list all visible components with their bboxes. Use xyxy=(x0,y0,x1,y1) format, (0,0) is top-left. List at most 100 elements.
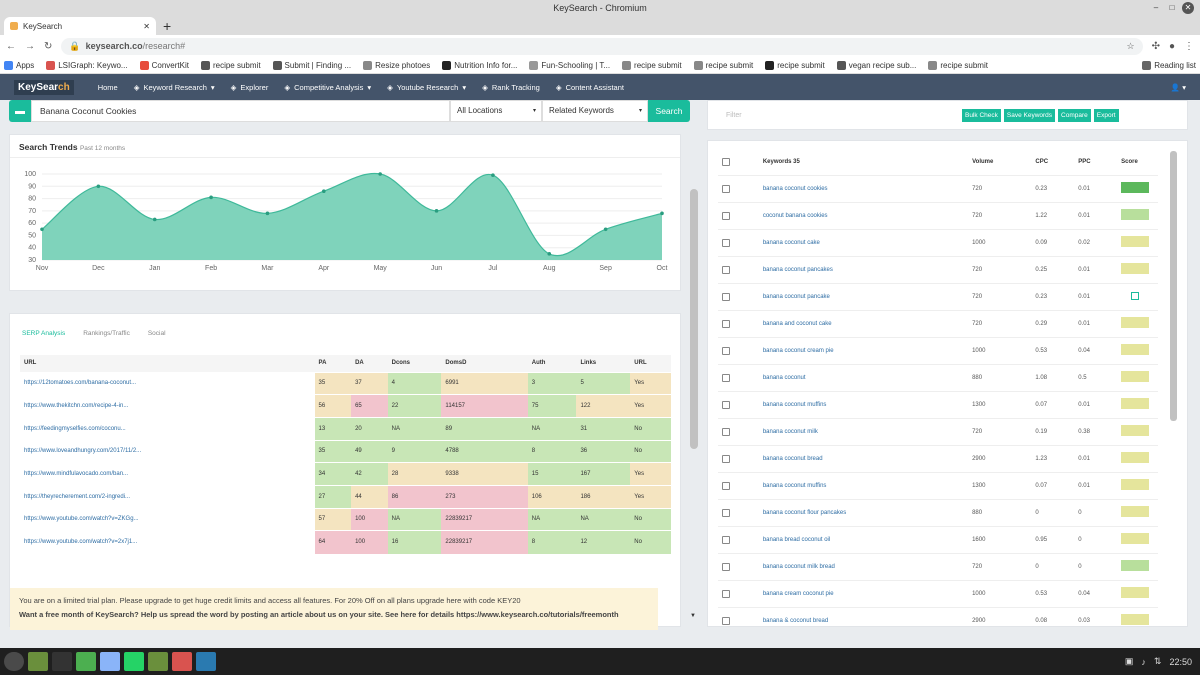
serp-col-header[interactable]: DomsD xyxy=(441,355,528,372)
whatsapp-icon[interactable] xyxy=(124,652,144,671)
serp-tab[interactable]: Rankings/Traffic xyxy=(83,330,130,337)
row-checkbox-cell[interactable] xyxy=(718,417,759,445)
bookmark-item[interactable]: Submit | Finding ... xyxy=(272,60,351,70)
row-checkbox-cell[interactable] xyxy=(718,525,759,553)
nav-item-content-assistant[interactable]: ◈ Content Assistant xyxy=(556,83,624,92)
keepass-icon[interactable] xyxy=(76,652,96,671)
row-checkbox-cell[interactable] xyxy=(718,498,759,526)
trend-point[interactable] xyxy=(434,209,439,213)
trend-point[interactable] xyxy=(96,184,101,189)
row-checkbox-cell[interactable] xyxy=(718,282,759,310)
tray-icon[interactable]: ▣ xyxy=(1125,656,1134,667)
keyword-link[interactable]: banana coconut cookies xyxy=(758,174,969,202)
bookmark-item[interactable]: recipe submit xyxy=(200,60,261,70)
bulk-check-button[interactable]: Bulk Check xyxy=(962,109,1001,122)
keyword-link[interactable]: banana cream coconut pie xyxy=(758,579,969,607)
keyword-link[interactable]: banana coconut milk bread xyxy=(758,552,969,580)
serp-col-header[interactable]: DA xyxy=(351,355,388,372)
row-checkbox-cell[interactable] xyxy=(718,471,759,499)
nav-item-home[interactable]: Home xyxy=(94,83,118,92)
keysearch-logo[interactable]: KeySearch xyxy=(14,79,74,95)
tab-close-icon[interactable]: ✕ xyxy=(143,22,150,31)
serp-col-header[interactable]: URL xyxy=(630,355,671,372)
serp-url-link[interactable]: https://12tomatoes.com/banana-coconut... xyxy=(20,371,315,395)
clock[interactable]: 22:50 xyxy=(1169,657,1192,667)
terminal-icon[interactable] xyxy=(52,652,72,671)
checkbox-icon[interactable] xyxy=(722,454,730,463)
keyword-link[interactable]: banana coconut muffins xyxy=(758,390,969,418)
serp-url-link[interactable]: https://www.loveandhungry.com/2017/11/2.… xyxy=(20,439,315,463)
checkbox-icon[interactable] xyxy=(722,562,730,571)
serp-url-link[interactable]: https://www.youtube.com/watch?v=ZKGg... xyxy=(20,507,315,531)
keyword-link[interactable]: banana and coconut cake xyxy=(758,309,969,337)
trend-point[interactable] xyxy=(547,252,552,256)
forward-icon[interactable]: → xyxy=(25,41,35,52)
bookmark-item[interactable]: ConvertKit xyxy=(139,60,189,70)
keyword-link[interactable]: banana coconut milk xyxy=(758,417,969,445)
mode-select[interactable]: Related Keywords xyxy=(542,100,648,122)
maximize-icon[interactable]: □ xyxy=(1166,2,1178,14)
trend-point[interactable] xyxy=(660,211,664,216)
reload-icon[interactable]: ↻ xyxy=(44,41,52,52)
row-checkbox-cell[interactable] xyxy=(718,255,759,283)
keywords-col-header[interactable]: CPC xyxy=(1031,149,1074,175)
keyword-link[interactable]: banana coconut bread xyxy=(758,444,969,472)
left-scrollbar[interactable]: ▼ xyxy=(690,179,698,619)
checkbox-icon[interactable] xyxy=(722,535,730,544)
keywords-col-header[interactable]: PPC xyxy=(1074,149,1117,175)
checkbox-icon[interactable] xyxy=(722,616,730,625)
checkbox-icon[interactable] xyxy=(722,481,730,490)
keyword-input[interactable]: Banana Coconut Cookies xyxy=(31,100,450,122)
keywords-col-header[interactable]: Volume xyxy=(968,149,1031,175)
trend-point[interactable] xyxy=(40,227,44,232)
trend-point[interactable] xyxy=(603,227,608,232)
nav-item-competitive-analysis[interactable]: ◈ Competitive Analysis ▾ xyxy=(284,83,371,92)
checkbox-icon[interactable] xyxy=(722,346,730,355)
keyword-link[interactable]: coconut banana cookies xyxy=(758,201,969,229)
nav-item-keyword-research[interactable]: ◈ Keyword Research ▾ xyxy=(134,83,215,92)
mail-icon[interactable] xyxy=(172,652,192,671)
trend-point[interactable] xyxy=(265,211,270,216)
checkbox-icon[interactable] xyxy=(722,184,730,193)
row-checkbox-cell[interactable] xyxy=(718,444,759,472)
row-checkbox-cell[interactable] xyxy=(718,174,759,202)
files-icon[interactable] xyxy=(148,652,168,671)
row-checkbox-cell[interactable] xyxy=(718,201,759,229)
bookmark-item[interactable]: Nutrition Info for... xyxy=(442,60,517,70)
row-checkbox-cell[interactable] xyxy=(718,336,759,364)
filter-input[interactable]: Filter xyxy=(726,112,742,119)
export-button[interactable]: Export xyxy=(1093,109,1119,122)
desktop-icon[interactable] xyxy=(28,652,48,671)
serp-col-header[interactable]: Dcons xyxy=(387,355,442,372)
row-checkbox-cell[interactable] xyxy=(718,606,759,627)
row-checkbox-cell[interactable] xyxy=(718,309,759,337)
select-all-checkbox[interactable] xyxy=(718,149,759,175)
compare-button[interactable]: Compare xyxy=(1058,109,1091,122)
volume-icon[interactable]: ♪ xyxy=(1141,657,1146,667)
bookmark-item[interactable]: recipe submit xyxy=(622,60,682,70)
row-checkbox-cell[interactable] xyxy=(718,228,759,256)
serp-url-link[interactable]: https://feedingmyselfies.com/coconu... xyxy=(20,416,315,441)
checkbox-icon[interactable] xyxy=(722,265,730,274)
start-menu-icon[interactable] xyxy=(4,652,24,671)
keyword-link[interactable]: banana coconut cake xyxy=(758,228,969,256)
nav-item-youtube-research[interactable]: ◈ Youtube Research ▾ xyxy=(387,83,466,92)
trend-point[interactable] xyxy=(322,189,326,193)
right-scrollbar[interactable] xyxy=(1170,151,1177,421)
checkbox-icon[interactable] xyxy=(722,427,730,436)
row-checkbox-cell[interactable] xyxy=(718,552,759,580)
new-tab-icon[interactable]: + xyxy=(163,18,171,34)
trend-point[interactable] xyxy=(152,217,157,222)
bookmark-item[interactable]: Resize photoes xyxy=(363,60,430,70)
menu-icon[interactable]: ⋮ xyxy=(1184,41,1194,52)
bookmark-item[interactable]: recipe submit xyxy=(693,60,753,70)
back-icon[interactable]: ← xyxy=(6,41,16,52)
checkbox-icon[interactable] xyxy=(722,211,730,220)
nav-item-explorer[interactable]: ◈ Explorer xyxy=(231,83,269,92)
checkbox-icon[interactable] xyxy=(722,238,730,247)
serp-url-link[interactable]: https://www.mindfulavocado.com/ban... xyxy=(20,462,315,486)
trend-point[interactable] xyxy=(491,173,495,178)
keyword-link[interactable]: banana coconut xyxy=(758,363,969,391)
keyword-link[interactable]: banana coconut muffins xyxy=(758,471,969,499)
star-icon[interactable]: ☆ xyxy=(1126,41,1134,52)
